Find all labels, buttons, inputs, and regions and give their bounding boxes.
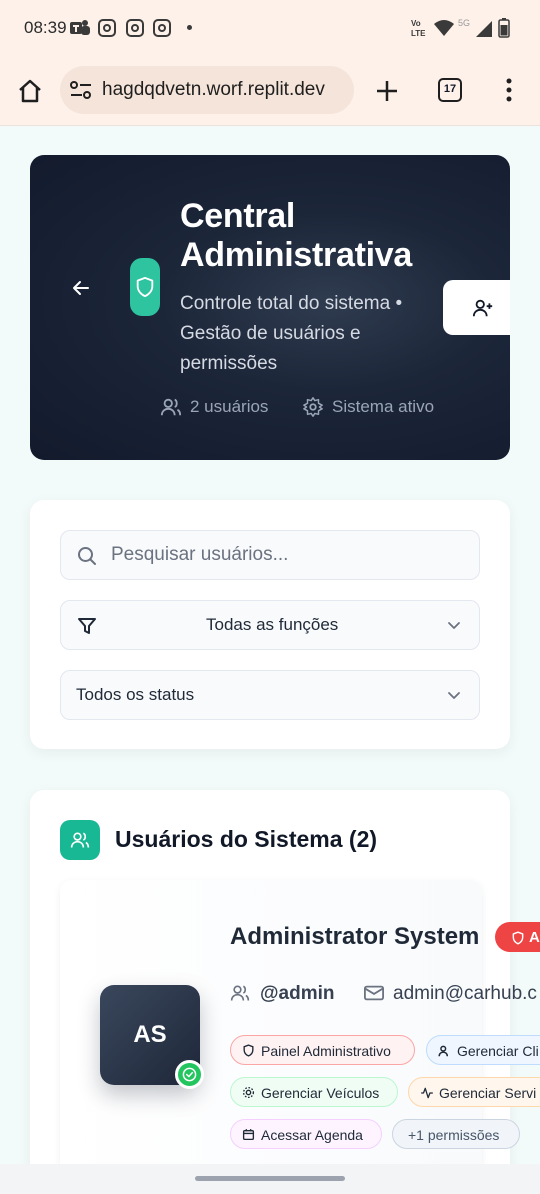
status-filter-select[interactable]: Todos os status <box>60 670 480 720</box>
role-filter-value: Todas as funções <box>206 615 339 634</box>
mail-icon <box>364 985 384 1001</box>
signal-icon: 5G <box>458 18 492 37</box>
username: @admin <box>260 983 335 1004</box>
address-bar[interactable]: hagdqdvetn.worf.replit.dev <box>60 66 354 114</box>
permission-chip: Gerenciar Cli <box>426 1035 540 1065</box>
system-status-text: Sistema ativo <box>332 397 435 416</box>
site-settings-icon[interactable] <box>70 81 92 99</box>
shield-icon <box>130 258 160 316</box>
page-subtitle: Controle total do sistema • Gestão de us… <box>180 293 403 374</box>
svg-text:LTE: LTE <box>411 29 426 38</box>
users-count-text: 2 usuários <box>190 397 269 416</box>
role-badge: A <box>495 922 540 952</box>
url-text: hagdqdvetn.worf.replit.dev <box>102 79 325 100</box>
users-icon <box>60 820 100 860</box>
teams-icon <box>70 20 90 35</box>
svg-text:Vo: Vo <box>411 19 421 28</box>
filter-icon <box>78 618 96 634</box>
new-tab-icon[interactable] <box>375 79 399 103</box>
filters-panel: Todas as funções Todos os status <box>30 500 510 749</box>
users-icon <box>230 985 250 1001</box>
user-name: Administrator System <box>230 923 480 950</box>
browser-toolbar: hagdqdvetn.worf.replit.dev 17 <box>0 56 540 126</box>
tab-switcher-button[interactable]: 17 <box>438 78 462 102</box>
more-menu-icon[interactable] <box>504 78 514 102</box>
volte-icon: Vo LTE <box>411 19 426 38</box>
shield-icon <box>512 931 524 945</box>
system-status-icons: Vo LTE 5G <box>410 17 520 39</box>
users-icon <box>438 1045 449 1057</box>
shield-icon <box>243 1044 254 1057</box>
permission-chip: Acessar Agenda <box>230 1119 382 1149</box>
status-time: 08:39 <box>24 18 67 37</box>
gear-icon <box>242 1086 255 1099</box>
role-filter-select[interactable]: Todas as funções <box>60 600 480 650</box>
user-card[interactable]: AS Administrator System A @admin admin@c… <box>60 880 540 1194</box>
instagram-icon <box>98 19 116 37</box>
wifi-icon <box>434 20 454 36</box>
search-input[interactable] <box>111 542 461 568</box>
more-permissions-chip[interactable]: +1 permissões <box>392 1119 520 1149</box>
chevron-down-icon <box>448 622 460 629</box>
status-bar: 08:39 Vo LTE 5G <box>0 0 540 56</box>
chevron-down-icon <box>448 692 460 699</box>
calendar-icon <box>242 1129 255 1141</box>
section-title: Usuários do Sistema (2) <box>115 826 378 852</box>
status-filter-value: Todos os status <box>76 685 195 704</box>
back-arrow-icon[interactable] <box>70 277 92 299</box>
svg-text:5G: 5G <box>458 18 470 28</box>
permission-chip: Gerenciar Servi <box>408 1077 540 1107</box>
online-check-icon <box>175 1060 204 1089</box>
email: admin@carhub.c <box>393 983 537 1004</box>
users-icon <box>160 398 182 416</box>
battery-icon <box>498 18 510 38</box>
home-indicator[interactable] <box>195 1176 345 1181</box>
admin-hero-banner: Central Administrativa Controle total do… <box>30 155 510 460</box>
gear-icon <box>303 397 323 417</box>
permission-chip: Painel Administrativo <box>230 1035 415 1065</box>
add-user-button[interactable] <box>443 280 510 335</box>
users-section: Usuários do Sistema (2) AS Administrator… <box>30 790 540 1194</box>
more-notifications-dot <box>187 25 192 30</box>
search-icon <box>78 547 96 565</box>
instagram-icon <box>153 19 171 37</box>
activity-icon <box>421 1087 433 1099</box>
home-icon[interactable] <box>17 78 43 104</box>
search-field[interactable] <box>60 530 480 580</box>
instagram-icon <box>126 19 144 37</box>
permission-chip: Gerenciar Veículos <box>230 1077 398 1107</box>
role-badge-label: A <box>529 929 540 946</box>
page-title: Central Administrativa <box>180 197 412 274</box>
user-plus-icon <box>472 299 493 317</box>
